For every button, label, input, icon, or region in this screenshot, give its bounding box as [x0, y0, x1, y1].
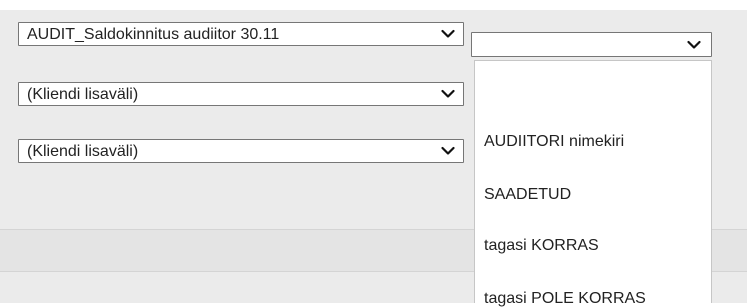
chevron-down-icon — [687, 40, 701, 49]
dropdown-option-saadetud[interactable]: SAADETUD — [484, 185, 571, 204]
status-select[interactable] — [471, 32, 712, 57]
chevron-down-icon — [441, 29, 455, 38]
status-dropdown-list: AUDIITORI nimekiri SAADETUD tagasi KORRA… — [474, 60, 712, 307]
client-field-select-1-value: (Kliendi lisaväli) — [27, 86, 139, 103]
dropdown-option-tagasi-korras[interactable]: tagasi KORRAS — [484, 236, 599, 255]
filter-panel: AUDIT_Saldokinnitus audiitor 30.11 (Klie… — [0, 0, 747, 307]
report-select[interactable]: AUDIT_Saldokinnitus audiitor 30.11 — [18, 22, 464, 46]
dropdown-option-audiitori-nimekiri[interactable]: AUDIITORI nimekiri — [484, 132, 624, 151]
client-field-select-1[interactable]: (Kliendi lisaväli) — [18, 82, 464, 106]
dropdown-option-tagasi-pole-korras[interactable]: tagasi POLE KORRAS — [484, 289, 646, 308]
client-field-select-2[interactable]: (Kliendi lisaväli) — [18, 139, 464, 163]
chevron-down-icon — [441, 89, 455, 98]
client-field-select-2-value: (Kliendi lisaväli) — [27, 143, 139, 160]
report-select-value: AUDIT_Saldokinnitus audiitor 30.11 — [27, 26, 280, 43]
panel-top-edge — [0, 0, 747, 10]
chevron-down-icon — [441, 146, 455, 155]
